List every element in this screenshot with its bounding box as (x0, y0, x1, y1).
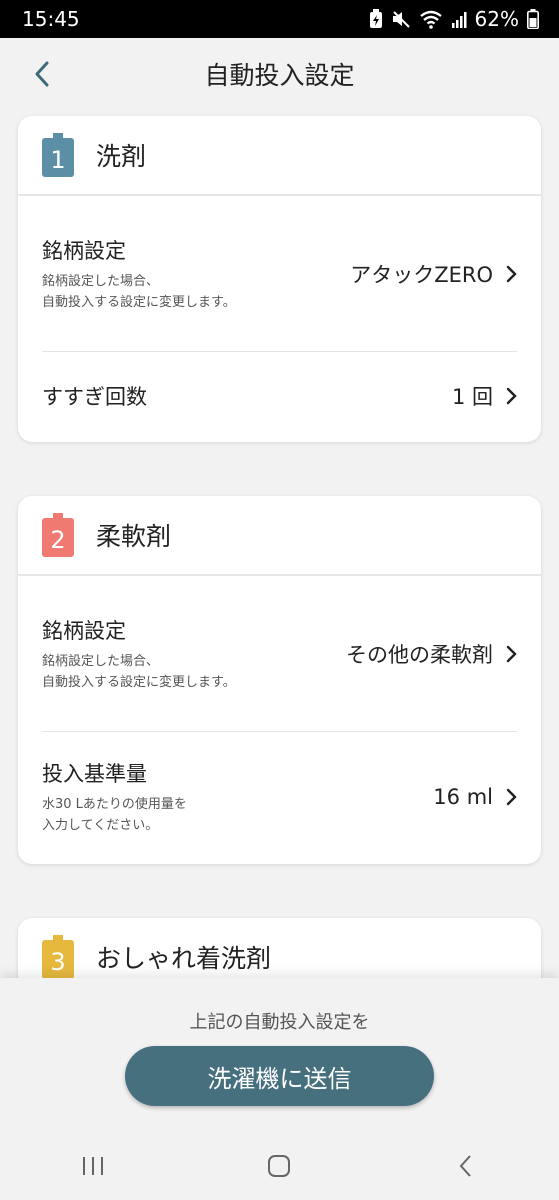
description-line: 銘柄設定した場合、 (42, 653, 160, 669)
description-line: 銘柄設定した場合、 (42, 273, 160, 289)
home-icon (268, 1155, 291, 1177)
app-header: 自動投入設定 (0, 38, 559, 110)
row-label: 銘柄設定 (42, 618, 126, 643)
send-to-washer-button[interactable]: 洗濯機に送信 (125, 1046, 434, 1106)
fashion-detergent-bottle-icon: 3 (42, 935, 74, 979)
chevron-right-icon (506, 645, 517, 662)
softener-bottle-icon: 2 (42, 513, 74, 557)
row-label: 投入基準量 (42, 762, 147, 786)
battery-saver-icon (369, 9, 383, 29)
svg-text:1: 1 (50, 146, 65, 174)
brand-setting-row[interactable]: 銘柄設定 銘柄設定した場合、 自動投入する設定に変更します。 その他の柔軟剤 (42, 576, 517, 731)
row-description: 銘柄設定した場合、 自動投入する設定に変更します。 (42, 651, 252, 693)
back-button[interactable] (22, 54, 62, 94)
status-icons: 62% (369, 7, 539, 31)
battery-icon (527, 9, 539, 29)
row-description: 水30 Lあたりの使用量を 入力してください。 (42, 794, 252, 836)
wifi-icon (419, 9, 443, 29)
description-line: 水30 Lあたりの使用量を (42, 797, 187, 812)
system-back-button[interactable] (436, 1141, 496, 1191)
row-label: 銘柄設定 (42, 238, 126, 263)
send-panel: 上記の自動投入設定を 洗濯機に送信 (0, 978, 559, 1132)
row-description: 銘柄設定した場合、 自動投入する設定に変更します。 (42, 271, 252, 313)
description-line: 入力してください。 (42, 818, 159, 833)
svg-text:3: 3 (50, 948, 65, 976)
row-value: 16 ml (433, 785, 493, 809)
system-nav-bar (0, 1132, 559, 1200)
page-title: 自動投入設定 (204, 61, 355, 90)
svg-text:2: 2 (50, 526, 65, 554)
detergent-bottle-icon: 1 (42, 133, 74, 177)
card-header: 1 洗剤 (18, 116, 541, 196)
detergent-card: 1 洗剤 銘柄設定 銘柄設定した場合、 自動投入する設定に変更します。 アタック… (18, 116, 541, 442)
card-title: 柔軟剤 (96, 522, 172, 551)
softener-card: 2 柔軟剤 銘柄設定 銘柄設定した場合、 自動投入する設定に変更します。 その他… (18, 496, 541, 864)
description-line: 自動投入する設定に変更します。 (42, 674, 236, 690)
card-title: 洗剤 (96, 142, 147, 171)
status-bar: 15:45 62% (0, 0, 559, 38)
battery-percent: 62% (474, 7, 519, 31)
brand-setting-row[interactable]: 銘柄設定 銘柄設定した場合、 自動投入する設定に変更します。 アタックZERO (42, 196, 517, 351)
chevron-right-icon (506, 387, 517, 405)
status-time: 15:45 (22, 7, 80, 31)
send-caption: 上記の自動投入設定を (189, 1012, 370, 1033)
rinse-count-row[interactable]: すすぎ回数 1 回 (42, 351, 517, 440)
row-label: すすぎ回数 (42, 385, 147, 409)
chevron-right-icon (506, 265, 517, 282)
back-arrow-icon (35, 61, 49, 87)
row-value: その他の柔軟剤 (346, 642, 493, 667)
card-title: おしゃれ着洗剤 (96, 944, 272, 973)
recent-apps-button[interactable] (63, 1141, 123, 1191)
row-value: 1 回 (451, 385, 493, 409)
mute-icon (391, 9, 411, 29)
home-button[interactable] (249, 1141, 309, 1191)
reference-amount-row[interactable]: 投入基準量 水30 Lあたりの使用量を 入力してください。 16 ml (42, 731, 517, 862)
card-header: 2 柔軟剤 (18, 496, 541, 576)
chevron-right-icon (506, 788, 517, 806)
signal-icon (451, 9, 467, 29)
row-value: アタックZERO (350, 262, 493, 287)
description-line: 自動投入する設定に変更します。 (42, 294, 236, 310)
recent-apps-icon (83, 1157, 104, 1175)
back-icon (459, 1155, 471, 1177)
